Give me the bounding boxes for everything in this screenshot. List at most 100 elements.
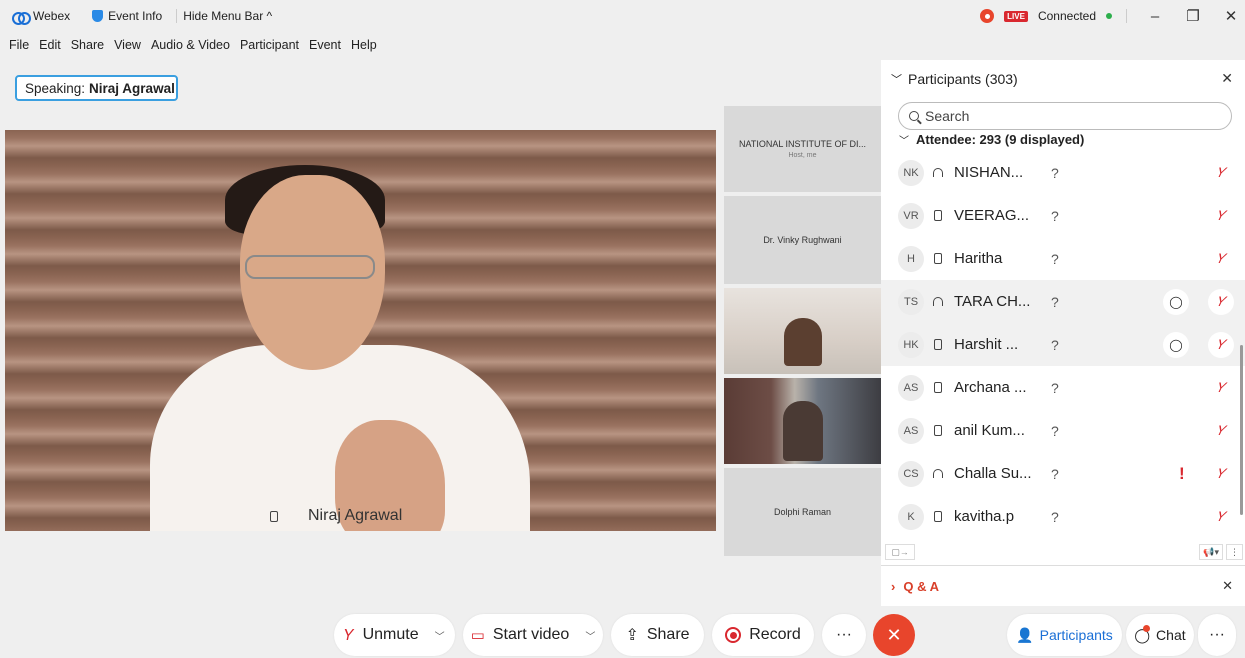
menu-audio-video[interactable]: Audio & Video — [151, 38, 230, 52]
share-button[interactable]: ⇪ Share — [611, 614, 704, 656]
mic-muted-icon[interactable]: 𝛶 — [1208, 461, 1234, 487]
phone-icon — [930, 339, 946, 350]
participant-name: Archana ... — [954, 379, 1027, 396]
participant-row[interactable]: K kavitha.p ? 𝛶 — [881, 495, 1245, 538]
participant-row[interactable]: AS Archana ... ? 𝛶 — [881, 366, 1245, 409]
status-unknown: ? — [1051, 250, 1059, 267]
divider — [1126, 9, 1127, 23]
chat-icon[interactable]: ◯ — [1163, 288, 1189, 315]
participant-row[interactable]: NK NISHAN... ? 𝛶 — [881, 151, 1245, 194]
shield-icon — [92, 10, 104, 22]
participant-name: Harshit ... — [954, 336, 1019, 353]
raise-hand-alert: ! — [1179, 463, 1185, 483]
chevron-down-icon[interactable]: ﹀ — [435, 628, 445, 643]
mic-muted-icon[interactable]: 𝛶 — [1208, 203, 1234, 229]
scrollbar[interactable] — [1240, 345, 1243, 515]
avatar: HK — [898, 331, 924, 358]
chevron-right-icon: › — [891, 578, 896, 594]
speaker-glasses — [245, 255, 375, 279]
participants-button[interactable]: 👤 Participants — [1007, 614, 1122, 656]
main-video[interactable]: Niraj Agrawal — [5, 130, 716, 531]
participant-figure — [782, 401, 823, 461]
record-button[interactable]: Record — [712, 614, 814, 656]
menu-file[interactable]: File — [9, 38, 29, 52]
mic-muted-icon[interactable]: 𝛶 — [1208, 504, 1234, 530]
minimize-button[interactable]: – — [1141, 8, 1169, 25]
status-unknown: ? — [1051, 293, 1059, 310]
mic-muted-icon[interactable]: 𝛶 — [1208, 160, 1234, 186]
video-tile[interactable]: Dr. Vinky Rughwani — [724, 196, 881, 284]
phone-icon — [930, 425, 946, 436]
tile-name: Dr. Vinky Rughwani — [763, 235, 842, 245]
app-name: Webex — [33, 9, 71, 23]
chevron-down-icon: ﹀ — [899, 135, 909, 147]
video-tile[interactable]: NATIONAL INSTITUTE OF DI... Host, me — [724, 106, 881, 192]
search-input[interactable]: Search — [898, 102, 1232, 130]
more-icon: ··· — [1209, 626, 1225, 643]
mic-muted-icon[interactable]: 𝛶 — [1208, 288, 1234, 315]
unmute-button[interactable]: 𝛶 Unmute ﹀ — [334, 614, 455, 656]
close-qa-button[interactable]: ✕ — [1222, 578, 1233, 594]
menu-event[interactable]: Event — [309, 38, 341, 52]
main-video-label: Niraj Agrawal — [270, 501, 402, 531]
panel-title: Participants (303) — [908, 71, 1018, 87]
attendee-header[interactable]: ﹀ Attendee: 293 (9 displayed) — [881, 131, 1245, 147]
window-controls: LIVE Connected – ❐ ✕ — [980, 0, 1245, 32]
search-placeholder: Search — [925, 108, 970, 124]
mic-muted-icon[interactable]: 𝛶 — [1208, 246, 1234, 272]
tile-sub: Host, me — [788, 152, 817, 159]
close-panel-button[interactable]: ✕ — [1221, 70, 1233, 87]
participant-row[interactable]: HK Harshit ... ? ◯ 𝛶 — [881, 323, 1245, 366]
participant-row[interactable]: H Haritha ? 𝛶 — [881, 237, 1245, 280]
participant-row[interactable]: CS Challa Su... ? ! 𝛶 — [881, 452, 1245, 495]
participant-row[interactable]: TS TARA CH... ? ◯ 𝛶 — [881, 280, 1245, 323]
overflow-button[interactable]: ··· — [1198, 614, 1236, 656]
phone-icon — [930, 511, 946, 522]
close-window-button[interactable]: ✕ — [1217, 7, 1245, 25]
app-title: Webex — [12, 9, 71, 25]
chat-label: Chat — [1156, 627, 1186, 643]
menu-help[interactable]: Help — [351, 38, 377, 52]
record-label: Record — [749, 626, 801, 643]
video-tile[interactable]: Dolphi Raman — [724, 468, 881, 556]
avatar: AS — [898, 374, 924, 401]
mic-muted-icon[interactable]: 𝛶 — [1208, 418, 1234, 444]
video-tile[interactable] — [724, 288, 881, 374]
collapse-chevron-icon[interactable]: ﹀ — [891, 71, 902, 87]
participant-name: kavitha.p — [954, 508, 1015, 525]
share-icon: ⇪ — [625, 627, 639, 644]
video-tile[interactable] — [724, 378, 881, 464]
event-info-button[interactable]: Event Info — [92, 9, 162, 23]
status-unknown: ? — [1051, 422, 1059, 439]
panel-footer: ▢→ 📢▾ ⋮ — [881, 541, 1245, 563]
mic-muted-icon[interactable]: 𝛶 — [1208, 331, 1234, 358]
megaphone-icon[interactable]: 📢▾ — [1199, 544, 1223, 560]
participant-row[interactable]: AS anil Kum... ? 𝛶 — [881, 409, 1245, 452]
end-meeting-button[interactable]: ✕ — [873, 614, 915, 656]
more-icon[interactable]: ⋮ — [1226, 544, 1243, 560]
speaking-prefix: Speaking: — [25, 80, 86, 96]
close-icon: ✕ — [886, 624, 902, 645]
hide-menu-bar-button[interactable]: Hide Menu Bar ^ — [183, 9, 272, 23]
headset-icon — [930, 469, 946, 478]
menu-share[interactable]: Share — [71, 38, 104, 52]
avatar: K — [898, 503, 924, 530]
participant-figure — [783, 318, 822, 366]
chat-button[interactable]: ◯ Chat — [1126, 614, 1194, 656]
more-options-button[interactable]: ··· — [822, 614, 866, 656]
participant-row[interactable]: VR VEERAG... ? 𝛶 — [881, 194, 1245, 237]
qa-section[interactable]: › Q & A ✕ — [881, 565, 1245, 606]
chat-icon[interactable]: ◯ — [1163, 331, 1189, 358]
menu-participant[interactable]: Participant — [240, 38, 299, 52]
participant-name: anil Kum... — [954, 422, 1025, 439]
notification-dot — [1143, 624, 1151, 632]
mic-muted-icon[interactable]: 𝛶 — [1208, 375, 1234, 401]
menu-edit[interactable]: Edit — [39, 38, 61, 52]
chevron-down-icon[interactable]: ﹀ — [585, 628, 595, 643]
start-video-button[interactable]: ▭ Start video ﹀ — [463, 614, 603, 656]
menu-view[interactable]: View — [114, 38, 141, 52]
expand-icon[interactable]: ▢→ — [885, 544, 915, 560]
avatar: CS — [898, 460, 924, 487]
restore-button[interactable]: ❐ — [1179, 7, 1207, 25]
connected-dot-icon — [1106, 13, 1112, 19]
